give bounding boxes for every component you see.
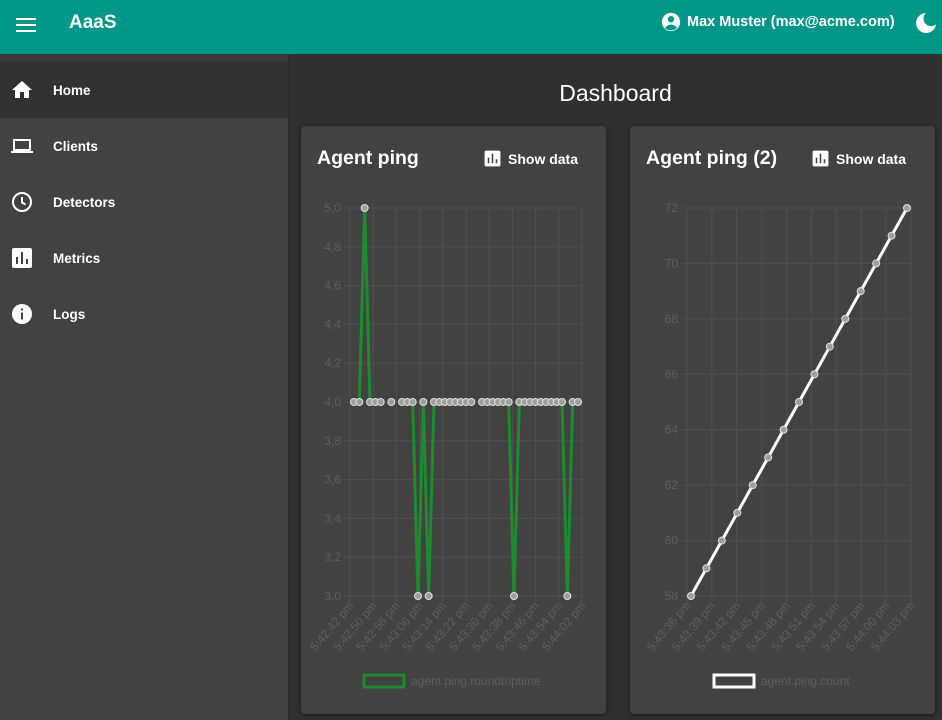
legend-label: agent.ping.count bbox=[761, 674, 850, 688]
chart-card-agent-ping: Agent ping Show data 5,0 4,8 4,6 4,4 4,2 4,0 3… bbox=[301, 126, 606, 714]
data-point bbox=[795, 398, 803, 406]
legend-swatch bbox=[712, 673, 756, 689]
y-tick-label: 4,8 bbox=[324, 240, 341, 254]
y-tick-label: 3,4 bbox=[324, 511, 341, 525]
data-point bbox=[903, 204, 911, 212]
line-chart-agent-ping: 5,04,84,64,44,24,03,83,63,43,23,05:42:42… bbox=[307, 201, 588, 689]
series-line bbox=[354, 206, 381, 404]
sidebar-item-label: Clients bbox=[53, 138, 99, 154]
y-tick-label: 4,4 bbox=[324, 317, 341, 331]
data-point bbox=[360, 204, 369, 212]
data-point bbox=[841, 314, 850, 323]
data-point bbox=[748, 481, 757, 490]
y-tick-label: 4,2 bbox=[324, 356, 341, 370]
y-tick-label: 3,8 bbox=[324, 434, 341, 448]
sidebar-item-label: Metrics bbox=[53, 250, 101, 266]
page-title: Dashboard bbox=[559, 80, 672, 106]
app-title[interactable]: AaaS bbox=[69, 12, 117, 34]
data-point bbox=[558, 398, 566, 406]
info-icon bbox=[12, 304, 32, 324]
y-tick-label: 62 bbox=[665, 478, 679, 492]
y-tick-label: 60 bbox=[665, 534, 679, 548]
data-point bbox=[733, 508, 742, 517]
data-point bbox=[510, 592, 518, 600]
series-line bbox=[482, 400, 578, 598]
sidebar-item-clients[interactable]: Clients bbox=[0, 118, 288, 174]
data-point bbox=[376, 398, 385, 406]
moon-icon[interactable] bbox=[914, 11, 938, 35]
sidebar-item-metrics[interactable]: Metrics bbox=[0, 230, 288, 286]
y-tick-label: 64 bbox=[665, 423, 679, 437]
data-point bbox=[887, 231, 896, 240]
sidebar-item-label: Detectors bbox=[53, 194, 116, 210]
data-point bbox=[687, 592, 695, 600]
data-point bbox=[574, 398, 582, 406]
data-point bbox=[825, 342, 834, 351]
data-point bbox=[764, 453, 773, 462]
y-tick-label: 3,0 bbox=[324, 589, 341, 603]
sidebar-item-label: Home bbox=[53, 82, 91, 98]
sidebar-item-home[interactable]: Home bbox=[0, 62, 288, 118]
y-tick-label: 4,0 bbox=[324, 395, 341, 409]
y-tick-label: 3,6 bbox=[324, 473, 341, 487]
y-tick-label: 72 bbox=[665, 201, 679, 215]
legend-swatch bbox=[362, 673, 406, 689]
legend-label: agent.ping.roundtriptime bbox=[411, 674, 541, 688]
data-point bbox=[467, 398, 476, 406]
y-tick-label: 5,0 bbox=[324, 201, 341, 215]
sidebar-top-strip bbox=[0, 54, 288, 62]
y-tick-label: 70 bbox=[665, 256, 679, 270]
data-point bbox=[856, 287, 865, 296]
data-point bbox=[563, 592, 572, 600]
y-tick-label: 3,2 bbox=[324, 550, 341, 564]
y-tick-label: 58 bbox=[665, 589, 679, 603]
bar-chart-icon bbox=[12, 248, 32, 268]
y-tick-label: 66 bbox=[665, 367, 679, 381]
data-point bbox=[702, 564, 711, 573]
laptop-icon bbox=[11, 139, 33, 153]
data-point bbox=[387, 398, 396, 406]
line-chart-agent-ping-2: 72706866646260585:43:36 pm5:43:39 pm5:43… bbox=[644, 201, 917, 689]
sidebar-item-label: Logs bbox=[53, 306, 86, 322]
data-point bbox=[717, 536, 726, 545]
data-point bbox=[419, 398, 428, 406]
data-point bbox=[779, 425, 788, 434]
user-menu[interactable]: Max Muster (max@acme.com) bbox=[660, 11, 895, 33]
sidebar: Home Clients Detectors Metrics Logs bbox=[0, 54, 289, 720]
account-circle-icon bbox=[661, 12, 681, 32]
clock-icon bbox=[12, 192, 32, 212]
data-point bbox=[504, 398, 513, 406]
home-icon bbox=[12, 81, 32, 98]
y-tick-label: 4,6 bbox=[324, 279, 341, 293]
data-point bbox=[408, 398, 417, 406]
y-tick-label: 68 bbox=[665, 312, 679, 326]
menu-icon[interactable] bbox=[14, 13, 38, 37]
data-point bbox=[355, 398, 364, 406]
data-point bbox=[424, 592, 433, 600]
chart-card-agent-ping-2: Agent ping (2) Show data 72 70 68 66 64 62 60 5… bbox=[630, 126, 935, 714]
sidebar-item-logs[interactable]: Logs bbox=[0, 286, 288, 342]
user-name: Max Muster (max@acme.com) bbox=[687, 14, 895, 30]
sidebar-item-detectors[interactable]: Detectors bbox=[0, 174, 288, 230]
series-line bbox=[402, 400, 472, 598]
data-point bbox=[872, 259, 881, 268]
app-bar: AaaS Max Muster (max@acme.com) bbox=[0, 0, 942, 54]
data-point bbox=[810, 370, 819, 379]
data-point bbox=[414, 592, 422, 600]
